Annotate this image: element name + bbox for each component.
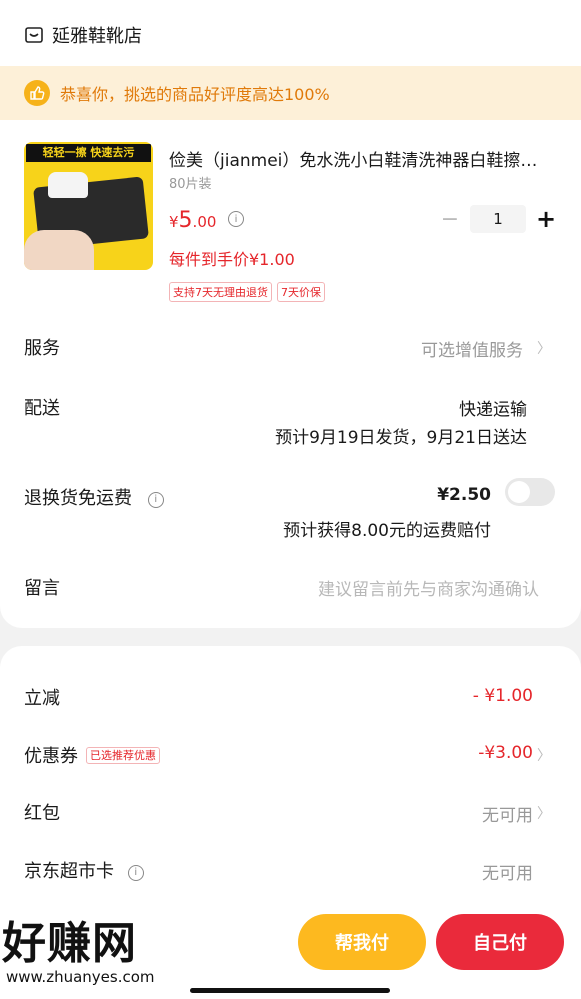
tag-return: 支持7天无理由退货 (169, 282, 272, 302)
product-tags: 支持7天无理由退货 7天价保 (169, 282, 330, 302)
praise-text: 恭喜你，挑选的商品好评度高达100% (60, 85, 330, 104)
order-card: 延雅鞋靴店 恭喜你，挑选的商品好评度高达100% 轻轻一擦 快速去污 俭美（ji… (0, 0, 581, 628)
store-header[interactable]: 延雅鞋靴店 (24, 22, 142, 48)
product-image[interactable]: 轻轻一擦 快速去污 (24, 142, 153, 270)
return-shipping-toggle[interactable] (505, 478, 555, 506)
red-packet-value[interactable]: 无可用 (482, 801, 533, 826)
instant-discount-label: 立减 (24, 688, 60, 709)
delivery-eta: 预计9月19日发货，9月21日送达 (275, 428, 527, 448)
service-label: 服务 (24, 338, 60, 359)
market-card-info-icon[interactable]: i (127, 864, 144, 881)
product-image-banner: 轻轻一擦 快速去污 (26, 144, 151, 162)
market-card-label: 京东超市卡 i (24, 857, 144, 883)
coupon-label: 优惠券 已选推荐优惠 (24, 742, 160, 768)
store-name: 延雅鞋靴店 (52, 26, 142, 47)
chevron-right-icon[interactable]: 〉 (537, 745, 551, 765)
watermark-logo: 好赚网 (2, 918, 137, 969)
delivery-label: 配送 (24, 398, 60, 419)
home-indicator[interactable] (190, 988, 390, 993)
product-title[interactable]: 俭美（jianmei）免水洗小白鞋清洗神器白鞋擦鞋湿巾 (169, 146, 549, 171)
service-value[interactable]: 可选增值服务 (421, 336, 523, 361)
message-label: 留言 (24, 578, 60, 599)
bottom-bar: 好赚网 www.zhuanyes.com 帮我付 自己付 (0, 908, 581, 999)
increase-button[interactable]: + (536, 205, 556, 233)
coupon-value[interactable]: -¥3.00 (478, 743, 533, 763)
decrease-button[interactable]: − (440, 207, 460, 232)
help-pay-button[interactable]: 帮我付 (298, 914, 426, 970)
tag-price-protect: 7天价保 (277, 282, 325, 302)
red-packet-label: 红包 (24, 803, 60, 824)
return-shipping-label: 退换货免运费 i (24, 484, 164, 510)
product-spec[interactable]: 80片装 (169, 173, 212, 192)
message-input[interactable]: 建议留言前先与商家沟通确认 (318, 575, 539, 600)
discount-card: 立减 - ¥1.00 优惠券 已选推荐优惠 -¥3.00 〉 红包 无可用 〉 京… (0, 646, 581, 916)
quantity-stepper: − 1 + (440, 205, 556, 233)
quantity-input[interactable]: 1 (470, 205, 526, 233)
product-price: ¥ 5 .00 (169, 208, 217, 233)
store-icon (25, 27, 43, 43)
chevron-right-icon[interactable]: 〉 (537, 803, 551, 823)
self-pay-button[interactable]: 自己付 (436, 914, 564, 970)
return-shipping-price: ¥2.50 (437, 485, 491, 505)
praise-banner: 恭喜你，挑选的商品好评度高达100% (0, 66, 581, 120)
price-info-icon[interactable]: i (228, 211, 244, 227)
final-price: 每件到手价¥1.00 (169, 250, 295, 269)
watermark-url: www.zhuanyes.com (6, 968, 155, 986)
thumbs-up-icon (24, 80, 50, 106)
chevron-right-icon[interactable]: 〉 (537, 338, 551, 358)
delivery-method[interactable]: 快递运输 (459, 395, 527, 420)
return-shipping-note: 预计获得8.00元的运费赔付 (283, 521, 491, 541)
coupon-tag: 已选推荐优惠 (86, 747, 160, 764)
return-info-icon[interactable]: i (147, 491, 164, 508)
market-card-value: 无可用 (482, 864, 533, 884)
instant-discount-value: - ¥1.00 (472, 686, 533, 706)
